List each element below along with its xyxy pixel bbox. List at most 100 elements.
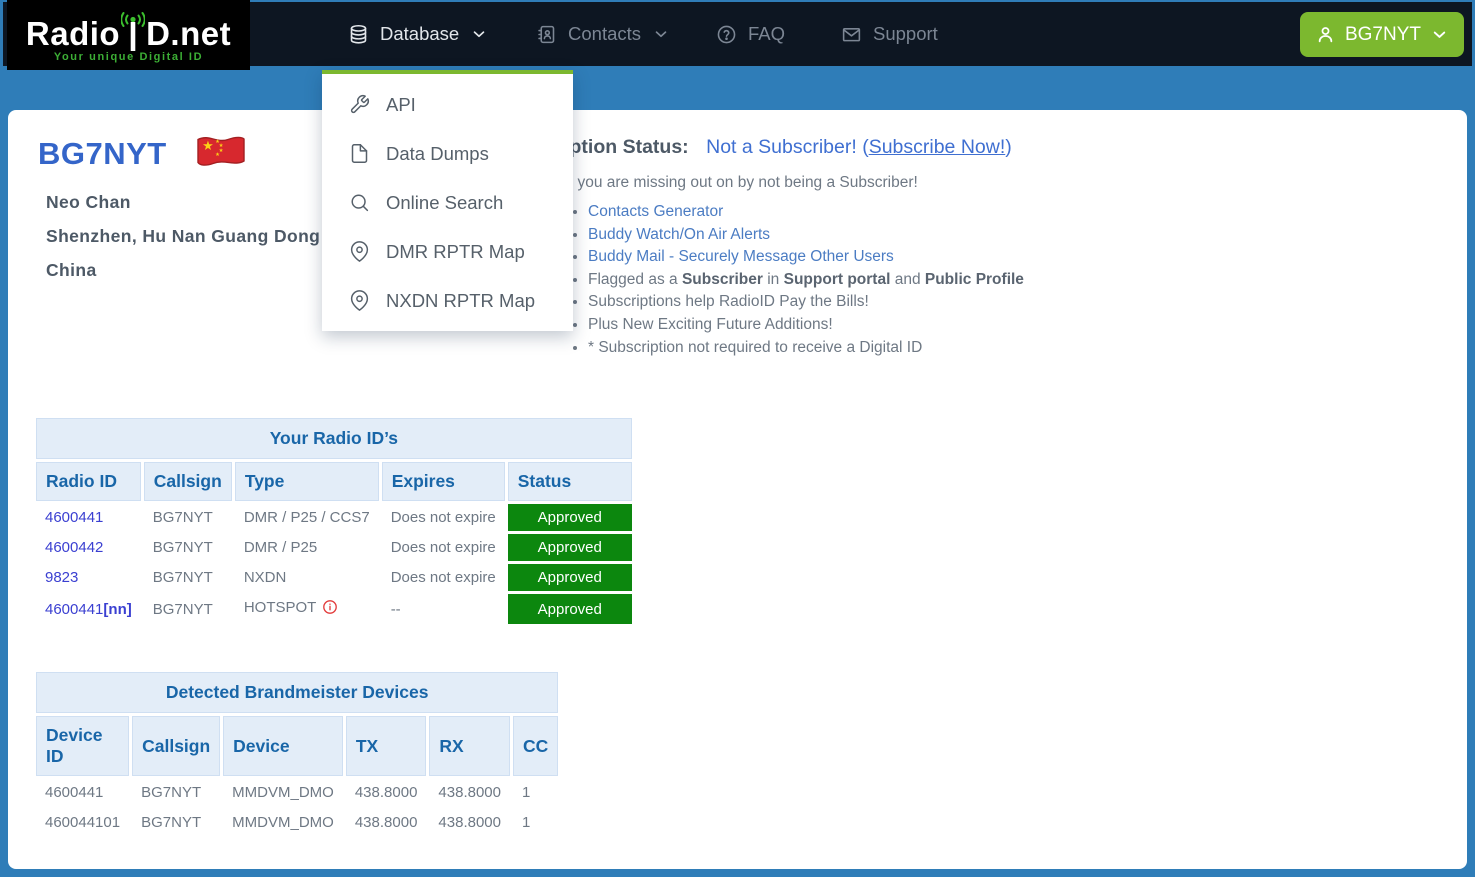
menu-item-label: Data Dumps (386, 142, 489, 164)
menu-item-dmr-rptr-map[interactable]: DMR RPTR Map (322, 227, 573, 276)
table-row: 4600441[nn] BG7NYT HOTSPOT -- Approved (36, 594, 632, 624)
menu-item-label: Online Search (386, 191, 504, 213)
cell-expires: -- (390, 600, 401, 618)
info-icon[interactable] (322, 599, 338, 619)
radio-id-link[interactable]: 9823 (45, 569, 78, 586)
bm-table-header-row: Device ID Callsign Device TX RX CC (36, 716, 559, 776)
table-row: 4600441 BG7NYT MMDVM_DMO 438.8000 438.80… (36, 779, 558, 806)
col-header-rx: RX (429, 716, 510, 776)
status-badge: Approved (507, 534, 632, 561)
cell-device: MMDVM_DMO (232, 784, 334, 801)
col-header-callsign: Callsign (132, 716, 221, 776)
list-item: Contacts Generator (588, 201, 1158, 224)
menu-item-label: DMR RPTR Map (386, 240, 525, 262)
buddy-watch-link[interactable]: Buddy Watch/On Air Alerts (588, 226, 770, 243)
menu-item-label: NXDN RPTR Map (386, 289, 536, 311)
logo-tagline: Your unique Digital ID (53, 50, 204, 63)
col-header-device: Device (223, 716, 343, 776)
cell-tx: 438.8000 (354, 784, 418, 801)
cell-type: DMR / P25 / CCS7 (243, 509, 370, 526)
cell-callsign: BG7NYT (141, 814, 202, 831)
cell-type: DMR / P25 (243, 539, 318, 556)
page: Database Contacts FAQ Support BG7NYT Rad… (0, 0, 1475, 877)
nav-item-support[interactable]: Support (841, 2, 938, 66)
subscription-benefits-list: Contacts Generator Buddy Watch/On Air Al… (498, 201, 1158, 359)
cell-expires: Does not expire (390, 509, 496, 526)
status-badge: Approved (507, 564, 632, 591)
cell-device-id: 460044101 (45, 814, 121, 831)
nav-item-contacts[interactable]: Contacts (536, 2, 670, 66)
database-icon (350, 24, 367, 44)
cell-type: HOTSPOT (235, 594, 379, 624)
cell-callsign: BG7NYT (152, 569, 213, 586)
cell-tx: 438.8000 (354, 814, 418, 831)
user-account-button[interactable]: BG7NYT (1299, 12, 1464, 57)
cell-callsign: BG7NYT (152, 600, 213, 618)
cell-device-id: 4600441 (45, 784, 104, 801)
main-content-card: BG7NYT ★ ★ ★ ★ ★ Neo Chan Shenzhen, Hu N… (8, 110, 1467, 869)
subscribe-now-link[interactable]: Subscribe Now! (869, 136, 1006, 158)
table-row: 4600441 BG7NYT DMR / P25 / CCS7 Does not… (36, 504, 632, 531)
list-item: Plus New Exciting Future Additions! (588, 314, 1158, 337)
envelope-icon (842, 27, 861, 41)
map-pin-icon (350, 290, 369, 311)
logo-part1: Radio (25, 15, 121, 53)
col-header-type: Type (234, 462, 379, 501)
radio-table-title: Your Radio ID’s (36, 418, 632, 459)
database-dropdown-menu: API Data Dumps Online Search DMR RPTR Ma… (322, 70, 573, 331)
cell-rx: 438.8000 (438, 814, 501, 831)
radio-id-link[interactable]: 4600441[nn] (45, 601, 132, 618)
nav-item-database[interactable]: Database (348, 2, 488, 66)
subscription-intro: Features you are missing out on by not b… (512, 174, 918, 191)
list-item: Buddy Watch/On Air Alerts (588, 224, 1158, 247)
map-pin-icon (350, 241, 369, 262)
nav-item-faq[interactable]: FAQ (716, 2, 785, 66)
cell-type: NXDN (243, 569, 287, 586)
menu-item-nxdn-rptr-map[interactable]: NXDN RPTR Map (322, 276, 573, 325)
subscription-section: Subscription Status: Not a Subscriber! (… (498, 136, 1158, 359)
col-header-cc: CC (513, 716, 559, 776)
col-header-expires: Expires (381, 462, 505, 501)
logo-wordmark: Radio D.net (25, 9, 232, 53)
cell-callsign: BG7NYT (141, 784, 202, 801)
table-row: 4600442 BG7NYT DMR / P25 Does not expire… (36, 534, 632, 561)
contacts-icon (538, 25, 555, 43)
nav-support-label: Support (873, 23, 938, 44)
menu-item-label: API (386, 93, 416, 115)
menu-item-api[interactable]: API (322, 80, 573, 129)
svg-text:★: ★ (202, 138, 214, 153)
radio-table-header-row: Radio ID Callsign Type Expires Status (36, 462, 632, 501)
profile-address: Shenzhen, Hu Nan Guang Dong (46, 226, 321, 246)
list-item: * Subscription not required to receive a… (588, 337, 1158, 360)
col-header-tx: TX (345, 716, 427, 776)
antenna-icon (121, 11, 146, 51)
question-icon (717, 25, 736, 43)
cell-expires: Does not expire (390, 539, 496, 556)
site-logo[interactable]: Radio D.net Your unique Digital ID (7, 0, 250, 70)
menu-item-data-dumps[interactable]: Data Dumps (322, 129, 573, 178)
brandmeister-devices-table: Detected Brandmeister Devices Device ID … (33, 669, 561, 839)
radio-id-link[interactable]: 4600441 (45, 509, 103, 526)
list-item: Subscriptions help RadioID Pay the Bills… (588, 291, 1158, 314)
menu-item-online-search[interactable]: Online Search (322, 178, 573, 227)
user-callsign-label: BG7NYT (1344, 23, 1421, 45)
search-icon (351, 194, 369, 212)
svg-text:★: ★ (215, 152, 220, 158)
logo-part2: D.net (146, 15, 232, 53)
user-icon (1318, 27, 1333, 43)
cell-callsign: BG7NYT (152, 509, 213, 526)
contacts-generator-link[interactable]: Contacts Generator (588, 203, 723, 220)
nav-database-label: Database (380, 23, 460, 44)
table-row: 9823 BG7NYT NXDN Does not expire Approve… (36, 564, 632, 591)
list-item: Buddy Mail - Securely Message Other User… (588, 246, 1158, 269)
chevron-down-icon (1433, 31, 1446, 38)
col-header-radio-id: Radio ID (36, 462, 141, 501)
cell-expires: Does not expire (390, 569, 496, 586)
col-header-callsign: Callsign (143, 462, 232, 501)
list-item: Flagged as a Subscriber in Support porta… (588, 269, 1158, 292)
file-icon (351, 144, 368, 163)
radio-id-link[interactable]: 4600442 (45, 539, 103, 556)
buddy-mail-link[interactable]: Buddy Mail - Securely Message Other User… (588, 248, 894, 265)
col-header-device-id: Device ID (36, 716, 130, 776)
nav-faq-label: FAQ (748, 23, 786, 44)
